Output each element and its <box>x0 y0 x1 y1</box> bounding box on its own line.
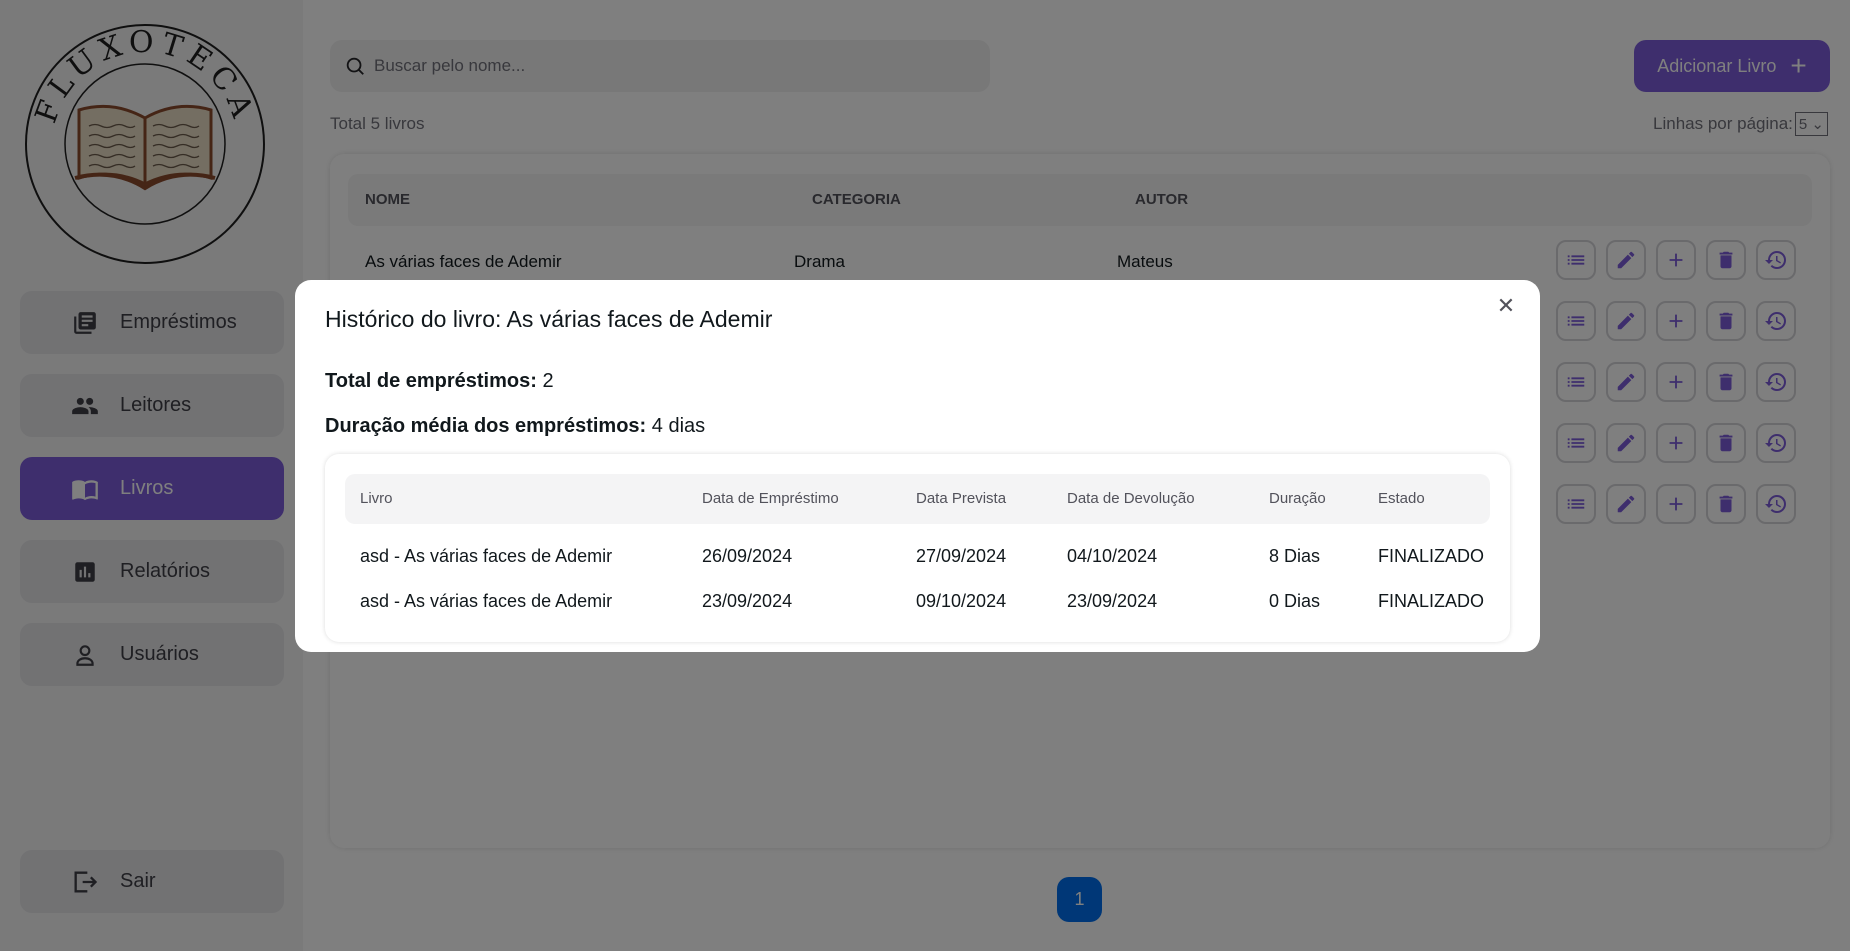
cell-data-prevista: 09/10/2024 <box>916 591 1007 611</box>
cell-data-prevista: 27/09/2024 <box>916 546 1007 566</box>
cell-data-emprestimo: 23/09/2024 <box>702 591 793 611</box>
close-icon[interactable]: ✕ <box>1494 293 1518 318</box>
cell-data-devolucao: 23/09/2024 <box>1067 591 1158 611</box>
avg-duration-label: Duração média dos empréstimos: <box>325 415 647 437</box>
cell-livro: asd - As várias faces de Ademir <box>360 591 613 611</box>
cell-estado: FINALIZADO <box>1378 591 1485 611</box>
avg-duration-value: 4 dias <box>651 415 706 437</box>
cell-data-emprestimo: 26/09/2024 <box>702 546 793 566</box>
modal-title: Histórico do livro: As várias faces de A… <box>325 306 773 332</box>
cell-duracao: 8 Dias <box>1269 546 1321 566</box>
column-header: Duração <box>1269 490 1326 507</box>
cell-data-devolucao: 04/10/2024 <box>1067 546 1158 566</box>
column-header: Data Prevista <box>916 490 1007 507</box>
column-header: Data de Devolução <box>1067 490 1195 507</box>
total-loans-value: 2 <box>542 370 554 392</box>
table-row: asd - As várias faces de Ademir 26/09/20… <box>325 546 1510 576</box>
total-loans-label: Total de empréstimos: <box>325 370 537 392</box>
column-header: Data de Empréstimo <box>702 490 839 507</box>
history-table-header: Livro Data de Empréstimo Data Prevista D… <box>345 474 1490 524</box>
history-table: Livro Data de Empréstimo Data Prevista D… <box>325 454 1510 642</box>
table-row: asd - As várias faces de Ademir 23/09/20… <box>325 591 1510 621</box>
avg-duration: Duração média dos empréstimos: 4 dias <box>325 415 705 438</box>
column-header: Estado <box>1378 490 1425 507</box>
cell-estado: FINALIZADO <box>1378 546 1485 566</box>
column-header: Livro <box>360 490 393 507</box>
total-loans: Total de empréstimos: 2 <box>325 370 554 393</box>
cell-duracao: 0 Dias <box>1269 591 1321 611</box>
history-modal: Histórico do livro: As várias faces de A… <box>295 280 1540 652</box>
cell-livro: asd - As várias faces de Ademir <box>360 546 613 566</box>
